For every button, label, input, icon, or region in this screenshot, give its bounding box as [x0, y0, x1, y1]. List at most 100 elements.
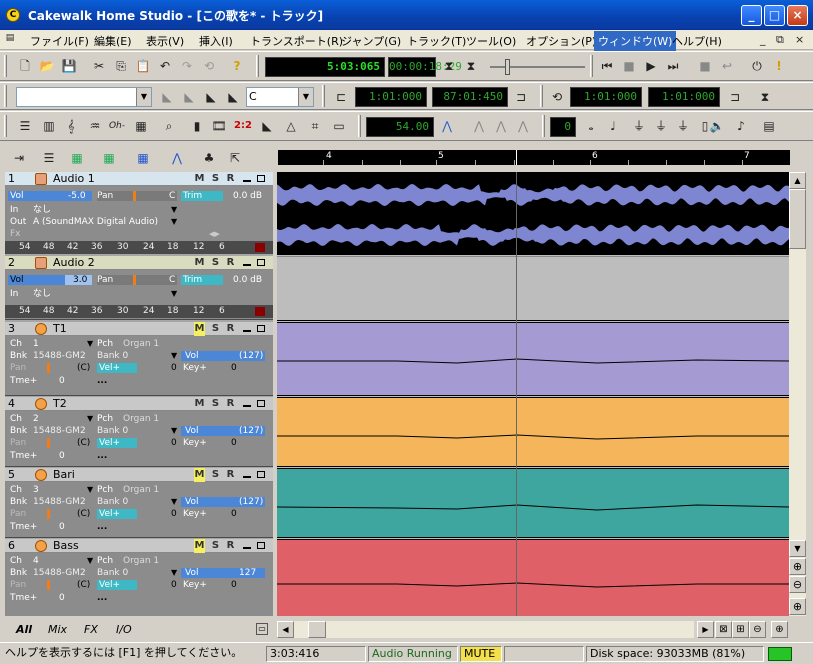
- chevron-down-icon[interactable]: ▼: [87, 484, 93, 496]
- chevron-down-icon[interactable]: ▼: [87, 555, 93, 567]
- track-header[interactable]: 6 Bass M S R: [5, 539, 273, 553]
- track-audio-2[interactable]: 2 Audio 2 M S R Vol 3.0 Pan C Trim 0.0 d…: [5, 256, 273, 320]
- tab-fx[interactable]: FX: [84, 623, 98, 636]
- marker-list-icon[interactable]: ◣: [224, 88, 242, 106]
- toolbar-grip[interactable]: [322, 85, 325, 107]
- track-header[interactable]: 2 Audio 2 M S R: [5, 256, 273, 270]
- toolbar-grip[interactable]: [4, 115, 7, 137]
- add-marker-icon[interactable]: ◣: [202, 88, 220, 106]
- menu-insert[interactable]: 挿入(I): [199, 33, 233, 49]
- bank-value[interactable]: Bank 0: [97, 496, 128, 508]
- track-t1[interactable]: 3 T1 M S R Ch 1 ▼ Pch Organ 1 Bnk 15488-…: [5, 322, 273, 396]
- loop-explorer-icon[interactable]: ⌕: [160, 117, 178, 135]
- tempo-icon[interactable]: ▮: [188, 117, 206, 135]
- meter-display[interactable]: 0: [550, 117, 576, 137]
- solo-button[interactable]: S: [210, 397, 221, 411]
- insert-track-icon[interactable]: ⇥: [10, 149, 28, 167]
- zoom-h-in-icon[interactable]: ⊕: [771, 621, 788, 638]
- toolbar-grip[interactable]: [540, 85, 543, 107]
- pan-thumb[interactable]: [47, 363, 50, 373]
- menu-track[interactable]: トラック(T): [407, 33, 466, 49]
- restore-pane-icon[interactable]: ▭: [256, 623, 268, 635]
- track-audio-1[interactable]: 1 Audio 1 M S R Vol -5.0 Pan C Trim 0.0 …: [5, 172, 273, 254]
- bnk-value[interactable]: 15488-GM2: [33, 425, 86, 437]
- more-button[interactable]: ...: [97, 450, 107, 462]
- mute-button[interactable]: M: [194, 468, 205, 482]
- scroll-thumb[interactable]: [789, 189, 806, 249]
- metronome-icon[interactable]: ⏚: [630, 117, 648, 135]
- menu-transport[interactable]: トランスポート(R): [250, 33, 343, 49]
- fx-bin-icon[interactable]: ◀▶: [209, 228, 220, 240]
- mute-button[interactable]: M: [194, 322, 205, 336]
- toolbar-grip[interactable]: [590, 55, 593, 77]
- now-slider[interactable]: [490, 59, 585, 75]
- toolbar-grip[interactable]: [542, 115, 545, 137]
- input-value[interactable]: なし: [33, 204, 51, 216]
- tempo-ramp-icon[interactable]: ⋀: [438, 117, 456, 135]
- whole-note-icon[interactable]: 𝅝: [582, 117, 600, 135]
- chevron-down-icon[interactable]: ▼: [171, 425, 177, 437]
- app-icon[interactable]: C: [6, 8, 20, 22]
- track-options-icon[interactable]: ☰: [40, 149, 58, 167]
- midi-note-icon[interactable]: ♪: [732, 117, 750, 135]
- clip-options-icon[interactable]: ▦: [100, 149, 118, 167]
- track-color-icon[interactable]: ▦: [68, 149, 86, 167]
- menu-view[interactable]: 表示(V): [146, 33, 184, 49]
- loop-end-display[interactable]: 1:01:000: [648, 87, 720, 107]
- track-name[interactable]: Audio 2: [53, 256, 95, 270]
- from-icon[interactable]: ⊏: [332, 88, 350, 106]
- event-list-icon[interactable]: ♒: [86, 117, 104, 135]
- track-t2[interactable]: 4 T2 M S R Ch 2 ▼ Pch Organ 1 Bnk 15488-…: [5, 397, 273, 467]
- arm-button[interactable]: R: [225, 397, 236, 411]
- lyrics-icon[interactable]: Oh-: [108, 117, 126, 135]
- quarter-note-icon[interactable]: ♩: [604, 117, 622, 135]
- h-scroll-thumb[interactable]: [308, 621, 326, 638]
- time-ruler[interactable]: 4 5 6 7: [278, 150, 790, 165]
- menu-file[interactable]: ファイル(F): [30, 33, 89, 49]
- loop-start-display[interactable]: 1:01:000: [570, 87, 642, 107]
- smpte-display[interactable]: 00:00:18:29: [388, 57, 462, 77]
- clip-indicator[interactable]: [255, 307, 265, 316]
- solo-button[interactable]: S: [210, 322, 221, 336]
- minimize-track-icon[interactable]: [243, 330, 251, 332]
- zoom-h-icon[interactable]: ⊞: [732, 621, 749, 638]
- track-name[interactable]: T1: [53, 322, 67, 336]
- menu-window[interactable]: ウィンドウ(W): [594, 31, 677, 51]
- solo-button[interactable]: S: [210, 539, 221, 553]
- document-icon[interactable]: ▤: [3, 31, 17, 45]
- menu-options[interactable]: オプション(P): [526, 33, 596, 49]
- solo-button[interactable]: S: [210, 468, 221, 482]
- select-range-icon[interactable]: ◣: [180, 88, 198, 106]
- maximize-track-icon[interactable]: [257, 542, 265, 549]
- more-button[interactable]: ...: [97, 521, 107, 533]
- tempo-normal-icon[interactable]: ⋀: [492, 117, 510, 135]
- chevron-down-icon[interactable]: ▼: [87, 413, 93, 425]
- close-button[interactable]: ×: [787, 5, 808, 26]
- rewind-icon[interactable]: ⏮: [598, 57, 616, 75]
- chevron-down-icon[interactable]: ▼: [171, 496, 177, 508]
- clip-audio-2[interactable]: [277, 256, 789, 321]
- metronome-record-icon[interactable]: ⏚: [652, 117, 670, 135]
- pan-thumb[interactable]: [47, 509, 50, 519]
- zoom-in-icon[interactable]: ⊕: [789, 558, 806, 575]
- chevron-down-icon[interactable]: ▼: [298, 88, 313, 106]
- bank-value[interactable]: Bank 0: [97, 567, 128, 579]
- staff-icon[interactable]: 𝄞: [62, 117, 80, 135]
- track-name[interactable]: Audio 1: [53, 172, 95, 186]
- loop-end-icon[interactable]: ⊐: [726, 88, 744, 106]
- slider-thumb[interactable]: [505, 59, 510, 75]
- output-value[interactable]: A (SoundMAX Digital Audio): [33, 216, 158, 228]
- panic-icon[interactable]: !: [770, 57, 788, 75]
- solo-button[interactable]: S: [210, 172, 221, 186]
- redo-icon[interactable]: ↷: [178, 57, 196, 75]
- bnk-value[interactable]: 15488-GM2: [33, 567, 86, 579]
- pan-thumb[interactable]: [47, 580, 50, 590]
- minimize-track-icon[interactable]: [243, 180, 251, 182]
- smpte-icon[interactable]: ⧗: [462, 57, 480, 75]
- mbt-icon[interactable]: ⧗: [440, 57, 458, 75]
- ch-value[interactable]: 3: [33, 484, 39, 496]
- zoom-fit-icon[interactable]: ⊕: [789, 598, 806, 615]
- meter-key-icon[interactable]: △: [282, 117, 300, 135]
- bank-value[interactable]: Bank 0: [97, 425, 128, 437]
- menu-help[interactable]: ヘルプ(H): [672, 33, 722, 49]
